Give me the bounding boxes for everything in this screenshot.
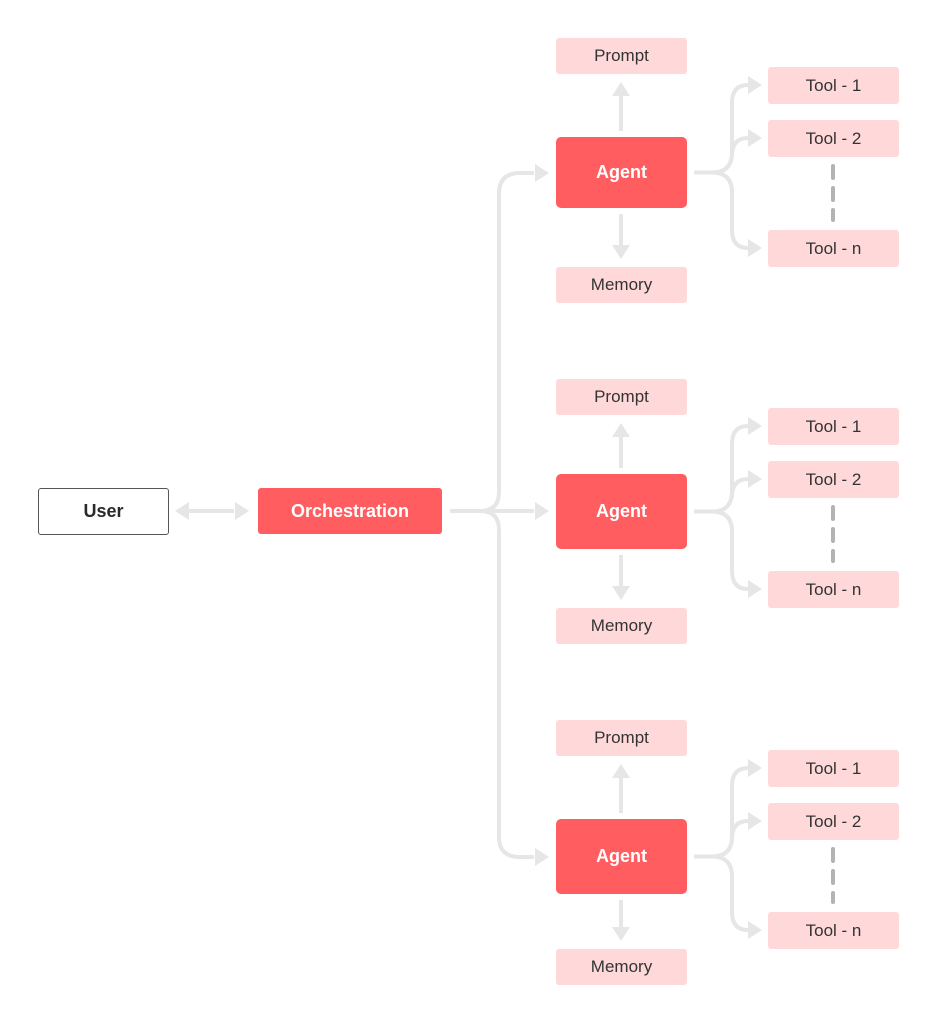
tool-node-1-3[interactable]: Tool - n <box>768 230 899 267</box>
arrowhead-tooln-3-icon <box>748 921 762 939</box>
tool-node-2-2-label: Tool - 2 <box>805 469 862 489</box>
tool-node-1-1[interactable]: Tool - 1 <box>768 67 899 104</box>
arrowhead-tool1-3-icon <box>748 759 762 777</box>
orchestration-label: Orchestration <box>290 500 410 521</box>
arrowhead-prompt1-icon <box>612 82 630 96</box>
arrowhead-right-icon <box>235 502 249 520</box>
agent2-tooln-edge <box>711 509 752 591</box>
arrowhead-tool1-1-icon <box>748 76 762 94</box>
agent-node-1[interactable]: Agent <box>556 137 687 208</box>
agent-node-1-label: Agent <box>596 162 647 182</box>
arrowhead-prompt3-icon <box>612 764 630 778</box>
orchestration-node[interactable]: Orchestration <box>258 488 442 534</box>
arrowhead-agent3-icon <box>535 848 549 866</box>
tool-node-2-1-label: Tool - 1 <box>805 416 862 436</box>
orch-agent1-edge <box>450 171 534 513</box>
prompt-node-3[interactable]: Prompt <box>556 720 687 756</box>
arrowhead-prompt2-icon <box>612 423 630 437</box>
tool-node-3-3-label: Tool - n <box>805 920 862 940</box>
memory-node-2-label: Memory <box>590 616 653 635</box>
tool-node-3-1-label: Tool - 1 <box>805 758 862 778</box>
user-label: User <box>83 501 124 521</box>
agent-node-3-label: Agent <box>596 846 647 866</box>
agent2-tool1-edge <box>694 424 752 514</box>
agent3-tooln-edge <box>711 854 752 932</box>
tool-node-3-2-label: Tool - 2 <box>805 811 862 831</box>
arrowhead-tool1-2-icon <box>748 417 762 435</box>
tool-node-1-1-label: Tool - 1 <box>805 75 862 95</box>
prompt-node-2-label: Prompt <box>594 387 649 406</box>
agent3-tool1-edge <box>694 766 752 859</box>
tool-node-3-3[interactable]: Tool - n <box>768 912 899 949</box>
agent-node-2-label: Agent <box>596 501 647 521</box>
agent-node-3[interactable]: Agent <box>556 819 687 894</box>
memory-node-3[interactable]: Memory <box>556 949 687 985</box>
tool-node-1-3-label: Tool - n <box>805 238 862 258</box>
memory-node-3-label: Memory <box>590 957 653 976</box>
arrowhead-agent1-icon <box>535 164 549 182</box>
prompt-node-2[interactable]: Prompt <box>556 379 687 415</box>
memory-node-1-label: Memory <box>590 275 653 294</box>
tool-node-2-1[interactable]: Tool - 1 <box>768 408 899 445</box>
tool-node-1-2[interactable]: Tool - 2 <box>768 120 899 157</box>
agent1-tool1-edge <box>694 83 752 175</box>
arrowhead-tooln-2-icon <box>748 580 762 598</box>
orch-agent3-edge <box>479 509 534 859</box>
tool-node-2-2[interactable]: Tool - 2 <box>768 461 899 498</box>
tool-node-1-2-label: Tool - 2 <box>805 128 862 148</box>
prompt-node-1-label: Prompt <box>594 46 649 65</box>
agent-node-2[interactable]: Agent <box>556 474 687 549</box>
user-node[interactable]: User <box>38 488 169 535</box>
memory-node-2[interactable]: Memory <box>556 608 687 644</box>
tool-node-3-1[interactable]: Tool - 1 <box>768 750 899 787</box>
prompt-node-1[interactable]: Prompt <box>556 38 687 74</box>
arrowhead-memory1-icon <box>612 245 630 259</box>
tool-node-3-2[interactable]: Tool - 2 <box>768 803 899 840</box>
arrowhead-agent2-icon <box>535 502 549 520</box>
arrowhead-memory3-icon <box>612 927 630 941</box>
arrowhead-memory2-icon <box>612 586 630 600</box>
tool-node-2-3[interactable]: Tool - n <box>768 571 899 608</box>
agent1-tooln-edge <box>711 170 752 250</box>
memory-node-1[interactable]: Memory <box>556 267 687 303</box>
arrowhead-tool2-1-icon <box>748 129 762 147</box>
arrowhead-left-icon <box>175 502 189 520</box>
tool-node-2-3-label: Tool - n <box>805 579 862 599</box>
prompt-node-3-label: Prompt <box>594 728 649 747</box>
arrowhead-tooln-1-icon <box>748 239 762 257</box>
arrowhead-tool2-2-icon <box>748 470 762 488</box>
arrowhead-tool2-3-icon <box>748 812 762 830</box>
